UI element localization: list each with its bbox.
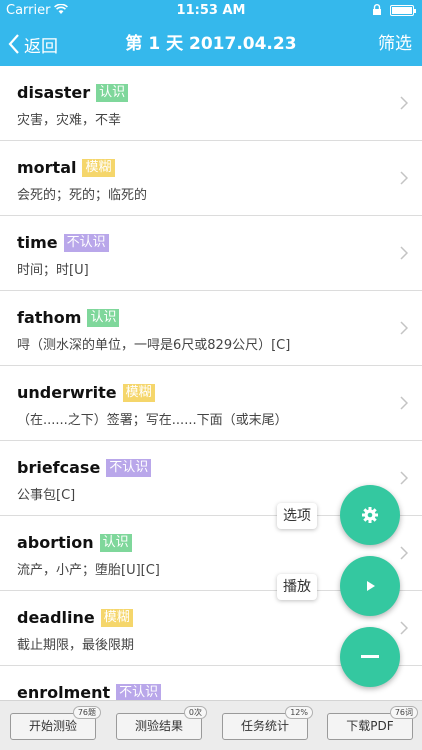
word-meaning: 时间；时[U] — [17, 263, 89, 278]
word-text: time — [17, 233, 58, 252]
nav-bar: 返回 第 1 天 2017.04.23 筛选 — [0, 22, 422, 66]
chevron-left-icon — [8, 34, 19, 54]
minus-icon — [361, 655, 379, 658]
orientation-lock-icon — [373, 4, 381, 15]
quiz-result-button[interactable]: 测验结果 0次 — [116, 706, 207, 740]
back-label: 返回 — [24, 36, 58, 57]
options-label[interactable]: 选项 — [277, 503, 317, 529]
word-text-wrap: abortion 认识 — [17, 533, 132, 552]
filter-button[interactable]: 筛选 — [378, 22, 412, 66]
collapse-button[interactable] — [340, 627, 400, 687]
word-meaning: 公事包[C] — [17, 488, 76, 503]
word-meaning: 㖊（测水深的单位，一㖊是6尺或829公尺）[C] — [17, 338, 291, 353]
word-text-wrap: disaster 认识 — [17, 83, 129, 102]
quiz-count-badge: 0次 — [183, 706, 207, 719]
battery-icon — [390, 5, 416, 16]
bottom-toolbar: 开始测验 76题 测验结果 0次 任务统计 12% 下载PDF 76词 — [0, 700, 422, 750]
status-tag: 不认识 — [106, 459, 152, 477]
word-meaning: 截止期限，最後限期 — [17, 638, 135, 653]
word-text-wrap: mortal 模糊 — [17, 158, 115, 177]
word-count-badge: 76词 — [389, 706, 418, 719]
status-tag: 模糊 — [82, 159, 115, 177]
word-text: abortion — [17, 533, 94, 552]
word-row[interactable]: disaster 认识 灾害，灾难，不幸 — [0, 66, 422, 141]
chevron-right-icon — [400, 96, 408, 110]
word-text-wrap: enrolment 不认识 — [17, 683, 162, 700]
status-tag: 认识 — [87, 309, 120, 327]
status-bar: Carrier 11:53 AM — [0, 0, 422, 22]
status-tag: 不认识 — [63, 234, 109, 252]
word-meaning: 会死的；死的；临死的 — [17, 188, 148, 203]
word-text: briefcase — [17, 458, 101, 477]
status-tag: 模糊 — [122, 384, 155, 402]
word-row[interactable]: time 不认识 时间；时[U] — [0, 216, 422, 291]
status-tag: 认识 — [99, 534, 132, 552]
word-meaning: 灾害，灾难，不幸 — [17, 113, 122, 128]
download-pdf-button[interactable]: 下载PDF 76词 — [327, 706, 418, 740]
download-pdf-label: 下载PDF — [346, 719, 394, 733]
task-stats-button[interactable]: 任务统计 12% — [222, 706, 313, 740]
word-text: fathom — [17, 308, 82, 327]
status-tag: 模糊 — [100, 609, 133, 627]
word-text-wrap: underwrite 模糊 — [17, 383, 155, 402]
word-text: enrolment — [17, 683, 111, 700]
page-title: 第 1 天 2017.04.23 — [125, 34, 297, 54]
task-stats-label: 任务统计 — [240, 719, 289, 733]
word-text: underwrite — [17, 383, 117, 402]
word-text-wrap: briefcase 不认识 — [17, 458, 152, 477]
start-quiz-button[interactable]: 开始测验 76题 — [10, 706, 101, 740]
word-text-wrap: time 不认识 — [17, 233, 109, 252]
play-button[interactable] — [340, 556, 400, 616]
chevron-right-icon — [400, 396, 408, 410]
quiz-result-label: 测验结果 — [134, 719, 183, 733]
status-time: 11:53 AM — [176, 3, 246, 18]
word-text: deadline — [17, 608, 95, 627]
question-count-badge: 76题 — [72, 706, 101, 719]
play-label[interactable]: 播放 — [277, 574, 317, 600]
word-text-wrap: fathom 认识 — [17, 308, 120, 327]
chevron-right-icon — [400, 621, 408, 635]
chevron-right-icon — [400, 321, 408, 335]
chevron-right-icon — [400, 171, 408, 185]
word-text: mortal — [17, 158, 77, 177]
word-row[interactable]: underwrite 模糊 （在......之下）签署；写在......下面（或末… — [0, 366, 422, 441]
progress-badge: 12% — [285, 706, 313, 719]
word-meaning: 流产，小产；堕胎[U][C] — [17, 563, 160, 578]
status-tag: 认识 — [96, 84, 129, 102]
word-meaning: （在......之下）签署；写在......下面（或末尾） — [17, 413, 288, 428]
play-icon — [367, 581, 375, 591]
status-tag: 不认识 — [116, 684, 162, 700]
chevron-right-icon — [400, 471, 408, 485]
word-text: disaster — [17, 83, 91, 102]
word-row[interactable]: fathom 认识 㖊（测水深的单位，一㖊是6尺或829公尺）[C] — [0, 291, 422, 366]
word-row[interactable]: mortal 模糊 会死的；死的；临死的 — [0, 141, 422, 216]
gear-icon — [362, 507, 378, 523]
start-quiz-label: 开始测验 — [28, 719, 77, 733]
back-button[interactable]: 返回 — [8, 22, 58, 66]
chevron-right-icon — [400, 546, 408, 560]
chevron-right-icon — [400, 246, 408, 260]
options-button[interactable] — [340, 485, 400, 545]
word-text-wrap: deadline 模糊 — [17, 608, 133, 627]
